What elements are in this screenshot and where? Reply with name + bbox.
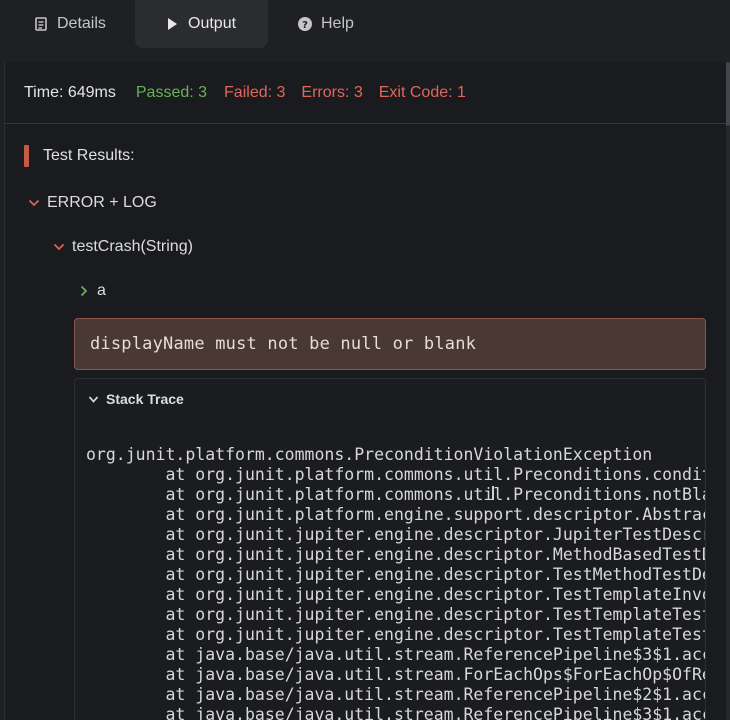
param-item-a[interactable]: a: [77, 282, 106, 300]
tab-help[interactable]: ? Help: [268, 0, 380, 48]
output-panel: Time: 649ms Passed: 3 Failed: 3 Errors: …: [4, 62, 726, 720]
document-icon: [34, 17, 48, 31]
tab-help-label: Help: [321, 15, 354, 32]
summary-exit-code: Exit Code: 1: [378, 83, 466, 101]
test-item-label: testCrash(String): [72, 238, 193, 255]
play-icon: [165, 17, 179, 31]
tab-output-label: Output: [188, 15, 237, 32]
stack-trace-line: at org.junit.platform.engine.support.des…: [165, 505, 705, 524]
stack-trace-line: at java.base/java.util.stream.ReferenceP…: [86, 705, 706, 720]
chevron-down-icon: [52, 240, 66, 254]
summary-time: Time: 649ms: [24, 83, 116, 101]
tab-output[interactable]: Output: [135, 0, 268, 48]
tab-details-label: Details: [57, 15, 106, 32]
stack-trace-line: at org.junit.jupiter.engine.descriptor.T…: [165, 565, 705, 584]
error-message-text: displayName must not be null or blank: [90, 334, 477, 354]
summary-errors: Errors: 3: [301, 83, 363, 101]
chevron-right-icon: [77, 284, 91, 298]
tab-bar: Details Output ? Help: [0, 0, 730, 62]
stack-trace-line: at java.base/java.util.stream.ForEachOps…: [165, 665, 706, 684]
stack-trace-line: at org.junit.platform.commons.util.Preco…: [165, 485, 705, 504]
stack-trace-line: at org.junit.jupiter.engine.descriptor.J…: [165, 525, 705, 544]
stack-trace-toggle[interactable]: Stack Trace: [86, 391, 184, 407]
help-circle-icon: ?: [298, 17, 312, 31]
test-summary: Time: 649ms Passed: 3 Failed: 3 Errors: …: [5, 62, 726, 124]
stack-trace-line: at org.junit.jupiter.engine.descriptor.T…: [165, 625, 705, 644]
error-message: displayName must not be null or blank: [74, 318, 706, 370]
chevron-down-icon: [27, 196, 41, 210]
summary-failed: Failed: 3: [224, 83, 286, 101]
stack-trace-text: org.junit.platform.commons.PreconditionV…: [86, 445, 706, 720]
stack-trace-line: at org.junit.jupiter.engine.descriptor.T…: [165, 585, 705, 604]
group-error-log[interactable]: ERROR + LOG: [27, 194, 157, 212]
chevron-down-icon: [86, 392, 100, 406]
stack-trace-panel: Stack Trace org.junit.platform.commons.P…: [74, 378, 706, 720]
stack-trace-line: at java.base/java.util.stream.ReferenceP…: [86, 645, 706, 664]
group-error-log-label: ERROR + LOG: [47, 194, 157, 211]
stack-trace-line: at org.junit.platform.commons.util.Preco…: [165, 465, 705, 484]
scrollbar-track[interactable]: [726, 62, 730, 720]
stack-trace-line: at org.junit.jupiter.engine.descriptor.T…: [165, 605, 705, 624]
scrollbar-thumb[interactable]: [726, 62, 730, 126]
stack-trace-label: Stack Trace: [106, 391, 184, 407]
tab-details[interactable]: Details: [4, 0, 132, 48]
summary-passed: Passed: 3: [135, 83, 208, 101]
param-item-label: a: [97, 282, 106, 299]
results-accent-bar: [24, 145, 29, 167]
results-title: Test Results:: [43, 147, 135, 164]
text-cursor-icon: [492, 486, 494, 500]
stack-trace-line: at org.junit.jupiter.engine.descriptor.M…: [165, 545, 705, 564]
stack-trace-line: org.junit.platform.commons.PreconditionV…: [86, 445, 653, 464]
stack-trace-line: at java.base/java.util.stream.ReferenceP…: [86, 685, 706, 704]
test-results-heading: Test Results:: [24, 145, 135, 167]
test-item-testcrash[interactable]: testCrash(String): [52, 238, 193, 256]
svg-text:?: ?: [302, 20, 308, 31]
